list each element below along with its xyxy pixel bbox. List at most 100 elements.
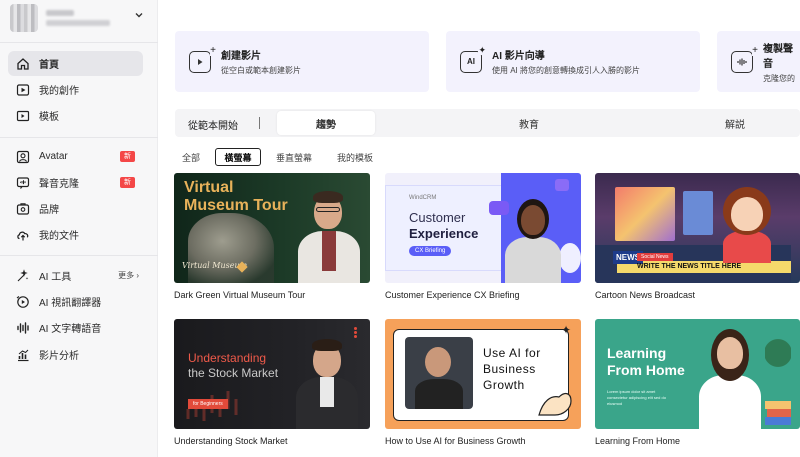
chevron-right-icon: › (134, 271, 139, 280)
sidebar-item-video-analytics[interactable]: 影片分析 (8, 342, 143, 367)
account-name-redacted (46, 10, 74, 16)
ai-tools-icon (16, 268, 30, 283)
hand-illustration (538, 392, 572, 416)
sidebar-item-avatar[interactable]: Avatar 新 (8, 144, 143, 169)
cartoon-anchor (717, 183, 777, 263)
sidebar-item-ai-text-to-speech[interactable]: AI 文字轉語音 (8, 315, 143, 340)
sidebar-item-label: Avatar (39, 151, 68, 162)
sidebar: 首頁 我的創作 模板 Avatar 新 聲音克隆 新 品牌 我的文件 AI 工具… (0, 0, 158, 457)
tab-trending[interactable]: 趨勢 (277, 111, 375, 135)
action-subtitle: 從空白或範本創建影片 (221, 66, 301, 75)
video-play-icon (16, 83, 30, 97)
account-switcher[interactable] (10, 4, 150, 32)
ai-wizard-icon: AI ✦ (460, 45, 486, 73)
template-card-customer-experience[interactable]: WindCRM Customer Experience CX Briefing (385, 173, 581, 283)
template-chip: for Beginners (188, 399, 228, 409)
upload-cloud-icon (16, 228, 30, 242)
template-title-line: From Home (607, 362, 685, 378)
sidebar-item-label: AI 文字轉語音 (39, 324, 102, 335)
statue-image (188, 213, 274, 283)
filter-all[interactable]: 全部 (176, 148, 206, 166)
action-title: 複製聲音 (763, 43, 793, 70)
presenter-woman (503, 193, 563, 283)
template-title-line: Virtual (184, 179, 234, 196)
template-caption: Understanding Stock Market (174, 436, 288, 446)
create-video-icon: + (189, 45, 216, 73)
tab-education[interactable]: 教育 (479, 111, 579, 135)
template-pill: CX Briefing (409, 246, 452, 256)
thumbs-up-icon (555, 179, 569, 191)
template-card-stock-market[interactable]: Understanding the Stock Market for Begin… (174, 319, 370, 429)
template-subtext: Lorem ipsum dolor sit amet consectetur a… (607, 389, 666, 406)
template-card-use-ai[interactable]: Use AI for Business Growth ✦ (385, 319, 581, 429)
template-title-line: Learning (607, 345, 667, 361)
category-divider (259, 117, 260, 129)
template-title-line: the Stock Market (188, 366, 279, 380)
filter-my-templates[interactable]: 我的模板 (330, 148, 380, 166)
sidebar-divider (0, 137, 158, 138)
sidebar-item-label: AI 工具 (39, 272, 72, 283)
home-icon (16, 57, 30, 71)
sidebar-item-label: 品牌 (39, 205, 59, 216)
video-translate-icon (16, 295, 30, 309)
create-video-card[interactable]: + 創建影片 從空白或範本創建影片 (175, 31, 429, 92)
action-title: AI 影片向導 (492, 51, 545, 62)
template-title-line: Customer (409, 210, 466, 225)
start-from-template-label: 從範本開始 (188, 121, 238, 132)
sidebar-item-my-creations[interactable]: 我的創作 (8, 77, 143, 102)
action-subtitle: 克隆您的 (763, 73, 795, 83)
tab-explainer[interactable]: 解説 (685, 111, 785, 135)
brand-icon (16, 202, 30, 216)
new-badge: 新 (120, 151, 135, 162)
template-caption: Learning From Home (595, 436, 681, 446)
chevron-down-icon[interactable] (134, 10, 144, 23)
sidebar-item-label: AI 視訊翻譯器 (39, 298, 102, 309)
account-email-redacted (46, 20, 110, 26)
ai-video-wizard-card[interactable]: AI ✦ AI 影片向導 使用 AI 將您的創意轉換成引人入勝的影片 (446, 31, 700, 92)
template-caption: How to Use AI for Business Growth (385, 436, 526, 446)
sidebar-item-label: 影片分析 (39, 351, 79, 362)
filter-vertical[interactable]: 垂直螢幕 (270, 148, 318, 166)
audio-wave-icon (16, 321, 30, 335)
action-subtitle: 使用 AI 將您的創意轉換成引人入勝的影片 (492, 66, 641, 75)
new-badge: 新 (120, 177, 135, 188)
sidebar-divider (0, 255, 158, 256)
plant-decoration (765, 329, 791, 369)
template-title-line: Use AI for (483, 346, 541, 360)
clone-voice-icon: + (731, 45, 758, 73)
presenter-man (294, 183, 364, 283)
avatar-icon (16, 150, 30, 164)
template-card-learning-from-home[interactable]: Learning From Home Lorem ipsum dolor sit… (595, 319, 800, 429)
sidebar-item-voice-clone[interactable]: 聲音克隆 新 (8, 170, 143, 195)
template-card-cartoon-news[interactable]: NEWS Social News WRITE THE NEWS TITLE HE… (595, 173, 800, 283)
glasses (316, 207, 340, 212)
template-title-line: Understanding (188, 351, 267, 365)
social-news-tag: Social News (637, 253, 673, 261)
sidebar-item-templates[interactable]: 模板 (8, 103, 143, 128)
sidebar-item-label: 我的文件 (39, 231, 79, 242)
sidebar-item-brand[interactable]: 品牌 (8, 196, 143, 221)
voice-clone-icon (16, 176, 30, 190)
sidebar-item-ai-tools[interactable]: AI 工具 更多 › (8, 263, 143, 288)
template-title-line: Growth (483, 378, 525, 392)
sidebar-item-label: 首頁 (39, 60, 59, 71)
avatar (10, 4, 38, 32)
action-title: 創建影片 (221, 51, 261, 62)
presenter-woman (695, 325, 765, 429)
sidebar-item-my-files[interactable]: 我的文件 (8, 222, 143, 247)
template-caption: Cartoon News Broadcast (595, 290, 696, 300)
sidebar-item-home[interactable]: 首頁 (8, 51, 143, 76)
template-category-bar: 從範本開始 趨勢 教育 解説 (175, 109, 800, 137)
filter-landscape[interactable]: 橫螢幕 (215, 148, 261, 166)
more-link[interactable]: 更多 › (118, 270, 139, 281)
template-title-line: Business (483, 362, 536, 376)
clone-voice-card[interactable]: + 複製聲音 克隆您的 (717, 31, 800, 92)
template-card-virtual-museum[interactable]: Virtual Museum Tour Virtual Museum (174, 173, 370, 283)
books-decoration (765, 401, 791, 425)
dots-decoration (354, 327, 357, 330)
template-title-line: Museum Tour (184, 197, 288, 214)
sidebar-item-label: 聲音克隆 (39, 179, 79, 190)
brand-text: WindCRM (409, 195, 437, 201)
sidebar-item-ai-video-translator[interactable]: AI 視訊翻譯器 (8, 289, 143, 314)
sidebar-divider (0, 42, 158, 43)
